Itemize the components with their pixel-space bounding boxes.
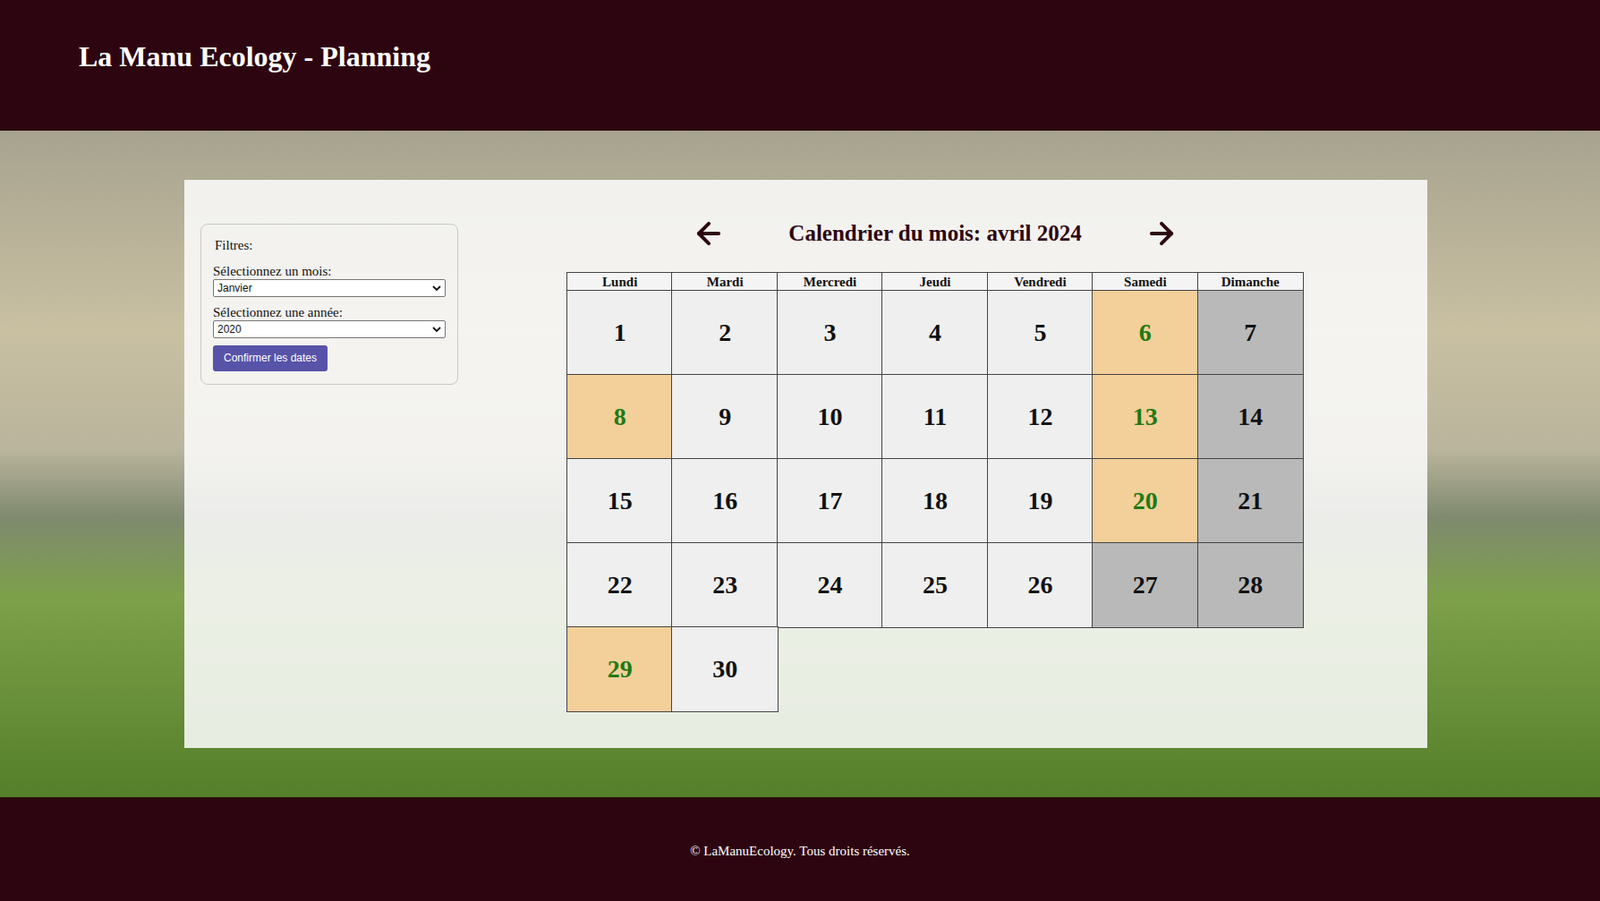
confirm-button[interactable]: Confirmer les dates [212,345,328,372]
previous-month-icon[interactable] [691,216,726,251]
day-cell[interactable]: 4 [882,290,988,375]
day-cell[interactable]: 17 [777,459,883,544]
day-cell[interactable]: 14 [1198,374,1303,460]
header: La Manu Ecology - Planning [0,0,1600,131]
day-cell[interactable]: 29 [567,627,673,712]
day-cell[interactable]: 27 [1092,543,1198,628]
empty-cell [1092,627,1198,712]
year-select[interactable]: 2020 [212,320,446,339]
day-cell[interactable]: 8 [567,374,673,460]
weekday-header: Jeudi [882,272,988,291]
day-cell[interactable]: 22 [567,543,673,628]
day-cell[interactable]: 10 [777,374,883,460]
day-cell[interactable]: 2 [672,290,777,375]
day-cell[interactable]: 7 [1198,290,1303,375]
filters-box: Filtres: Sélectionnez un mois:Janvier Séle… [200,223,459,385]
day-cell[interactable]: 23 [672,543,777,628]
empty-cell [882,627,988,712]
day-cell[interactable]: 11 [882,374,988,460]
day-cell[interactable]: 13 [1092,374,1198,460]
calendar-nav: Calendrier du mois: avril 2024 [567,214,1303,253]
day-cell[interactable]: 25 [882,543,988,628]
day-cell[interactable]: 15 [567,459,673,544]
day-cell[interactable]: 21 [1198,459,1303,544]
month-select[interactable]: Janvier [212,279,446,298]
app: La Manu Ecology - Planning Filtres: Sélect… [0,0,1600,901]
weekday-header: Mercredi [777,272,883,291]
calendar: Calendrier du mois: avril 2024LundiMardi… [567,223,1303,749]
day-cell[interactable]: 24 [777,543,883,628]
day-cell[interactable]: 1 [567,290,673,375]
footer-text: © LaManuEcology. Tous droits réservés. [689,841,911,862]
calendar-grid: LundiMardiMercrediJeudiVendrediSamediDim… [567,272,1303,712]
chevron-down-icon [432,324,442,334]
empty-cell [777,627,883,712]
day-cell[interactable]: 12 [987,374,1093,460]
weekday-header: Lundi [567,272,673,291]
empty-cell [987,627,1093,712]
empty-cell [1198,627,1303,712]
weekday-header: Dimanche [1198,272,1303,291]
month-label: Sélectionnez un mois: [212,263,446,280]
day-cell[interactable]: 3 [777,290,883,375]
day-cell[interactable]: 28 [1198,543,1303,628]
calendar-title: Calendrier du mois: avril 2024 [788,216,1081,251]
filters-title: Filtres: [212,235,446,256]
footer: © LaManuEcology. Tous droits réservés. [0,797,1600,901]
day-cell[interactable]: 16 [672,459,777,544]
chevron-down-icon [432,283,442,293]
day-cell[interactable]: 26 [987,543,1093,628]
weekday-header: Vendredi [987,272,1093,291]
day-cell[interactable]: 20 [1092,459,1198,544]
next-month-icon[interactable] [1144,216,1179,251]
main: Filtres: Sélectionnez un mois:Janvier Séle… [0,130,1600,798]
weekday-header: Samedi [1092,272,1198,291]
content-panel: Filtres: Sélectionnez un mois:Janvier Séle… [184,179,1428,749]
page-title: La Manu Ecology - Planning [78,34,431,78]
day-cell[interactable]: 9 [672,374,777,460]
day-cell[interactable]: 19 [987,459,1093,544]
day-cell[interactable]: 30 [672,627,777,712]
year-label: Sélectionnez une année: [212,304,446,321]
weekday-header: Mardi [672,272,777,291]
day-cell[interactable]: 5 [987,290,1093,375]
day-cell[interactable]: 6 [1092,290,1198,375]
day-cell[interactable]: 18 [882,459,988,544]
